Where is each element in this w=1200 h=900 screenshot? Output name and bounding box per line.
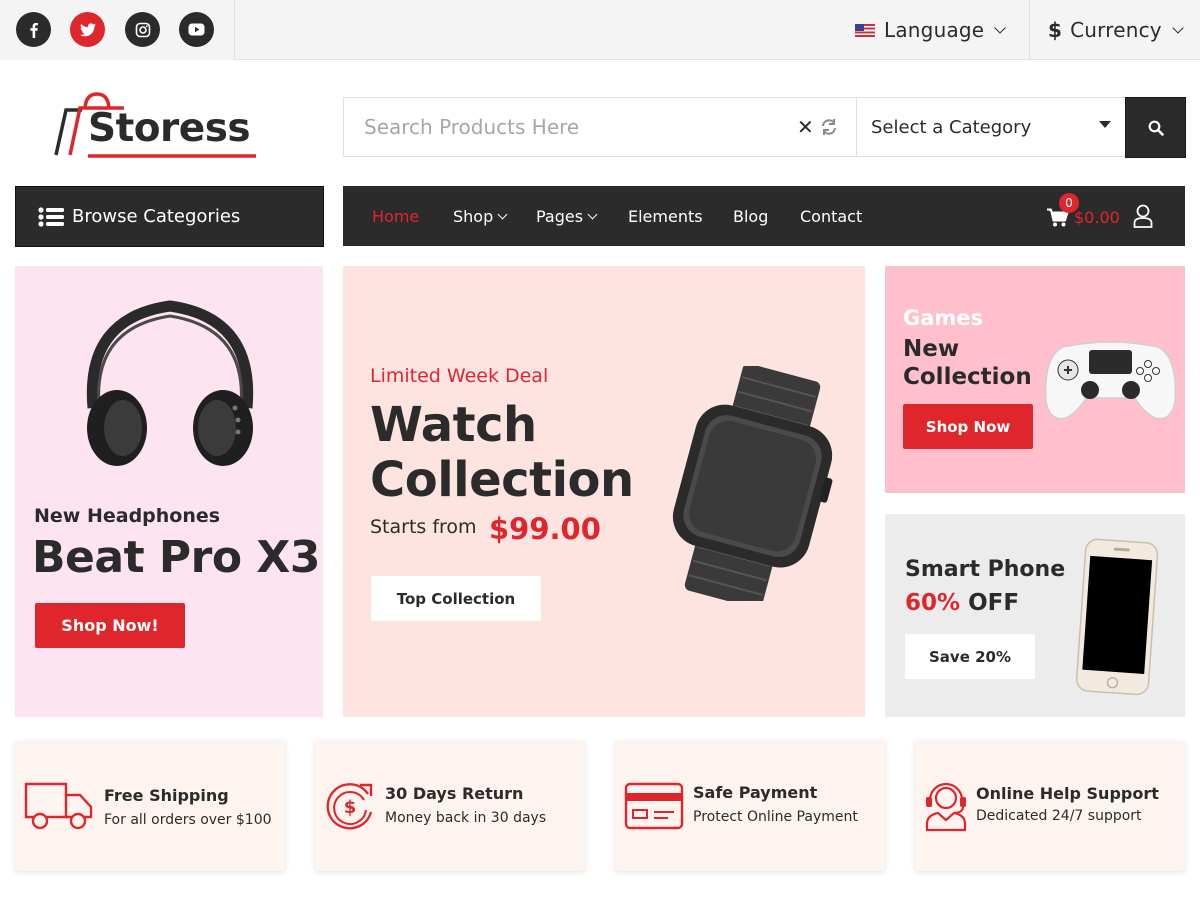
- facebook-icon[interactable]: [16, 12, 51, 47]
- headphones-banner[interactable]: [15, 266, 323, 717]
- top-collection-button[interactable]: Top Collection: [371, 576, 541, 621]
- category-select-label: Select a Category: [871, 116, 1032, 138]
- games-title-line1: New: [903, 336, 960, 362]
- shop-now-button[interactable]: Shop Now!: [35, 603, 185, 648]
- save-20-button[interactable]: Save 20%: [905, 634, 1035, 679]
- feature-subtitle: Dedicated 24/7 support: [976, 808, 1142, 824]
- search-button[interactable]: [1125, 97, 1186, 158]
- cart-total[interactable]: $0.00: [1074, 208, 1120, 227]
- feature-30-days-return: $ 30 Days Return Money back in 30 days: [315, 741, 585, 871]
- discount-percent: 60%: [905, 590, 961, 616]
- discount-off-label: OFF: [960, 590, 1020, 616]
- headphones-image: [86, 300, 254, 466]
- headphones-title: Beat Pro X3: [32, 532, 320, 583]
- truck-icon: [24, 782, 93, 830]
- feature-safe-payment: Safe Payment Protect Online Payment: [615, 741, 885, 871]
- dollar-icon: $: [1048, 18, 1063, 42]
- feature-title: Free Shipping: [104, 786, 229, 805]
- smartphone-image: [1075, 538, 1159, 696]
- feature-title: 30 Days Return: [385, 784, 524, 803]
- feature-title: Online Help Support: [976, 784, 1159, 803]
- youtube-icon[interactable]: [179, 12, 214, 47]
- feature-free-shipping: Free Shipping For all orders over $100: [15, 741, 285, 871]
- chevron-down-icon: [1172, 21, 1184, 34]
- category-select[interactable]: Select a Category: [857, 97, 1125, 157]
- nav-item-label: Home: [372, 206, 420, 226]
- games-shop-now-button[interactable]: Shop Now: [903, 404, 1033, 449]
- watch-title-line2: Collection: [370, 452, 634, 508]
- nav-item-pages[interactable]: Pages: [536, 186, 598, 246]
- return-icon: $: [326, 783, 373, 830]
- chevron-down-icon: [587, 209, 598, 219]
- games-label: Games: [903, 306, 984, 330]
- browse-categories-button[interactable]: Browse Categories: [15, 186, 324, 247]
- browse-categories-label: Browse Categories: [72, 206, 241, 227]
- support-icon: [925, 782, 967, 832]
- smartphone-discount: 60% OFF: [905, 590, 1019, 616]
- nav-item-label: Contact: [800, 206, 863, 226]
- watch-deal-label: Limited Week Deal: [370, 365, 549, 387]
- nav-item-contact[interactable]: Contact: [800, 186, 862, 246]
- social-links: [0, 0, 235, 60]
- game-controller-image: [1044, 341, 1177, 420]
- list-icon: [38, 206, 64, 227]
- chevron-down-icon: [497, 209, 508, 219]
- nav-item-label: Elements: [628, 206, 703, 226]
- headphones-subtitle: New Headphones: [34, 505, 221, 527]
- chevron-down-icon: [994, 21, 1006, 34]
- feature-online-help-support: Online Help Support Dedicated 24/7 suppo…: [915, 741, 1185, 871]
- language-selector[interactable]: Language: [855, 0, 1030, 60]
- nav-item-label: Shop: [453, 206, 494, 226]
- games-title-line2: Collection: [903, 364, 1032, 390]
- watch-starts-from: Starts from: [370, 516, 477, 538]
- credit-card-icon: [624, 782, 684, 830]
- feature-subtitle: Protect Online Payment: [693, 809, 858, 825]
- feature-subtitle: For all orders over $100: [104, 812, 272, 828]
- nav-item-label: Blog: [733, 206, 769, 226]
- main-nav: Home Shop Pages Elements Blog Contact: [343, 186, 1185, 246]
- twitter-icon[interactable]: [70, 12, 105, 47]
- smartwatch-image: [672, 366, 833, 601]
- currency-selector[interactable]: $ Currency: [1030, 0, 1200, 60]
- nav-item-home[interactable]: Home: [372, 186, 419, 246]
- watch-title-line1: Watch: [370, 397, 537, 453]
- nav-item-blog[interactable]: Blog: [733, 186, 768, 246]
- us-flag-icon: [855, 23, 875, 37]
- feature-title: Safe Payment: [693, 783, 818, 802]
- language-label: Language: [884, 18, 985, 42]
- svg-text:$: $: [344, 797, 357, 818]
- user-icon[interactable]: [1133, 204, 1153, 228]
- feature-subtitle: Money back in 30 days: [385, 810, 547, 826]
- logo-text: Storess: [88, 106, 251, 151]
- logo[interactable]: Storess: [52, 92, 262, 162]
- close-icon[interactable]: ✕: [797, 117, 815, 137]
- search-input[interactable]: [343, 97, 857, 157]
- nav-item-label: Pages: [536, 206, 584, 226]
- currency-label: Currency: [1070, 18, 1162, 42]
- watch-price: $99.00: [489, 512, 601, 546]
- nav-item-elements[interactable]: Elements: [628, 186, 703, 246]
- refresh-icon[interactable]: [820, 117, 838, 137]
- caret-down-icon: [1099, 121, 1111, 128]
- search-icon: [1148, 120, 1164, 136]
- instagram-icon[interactable]: [125, 12, 160, 47]
- smartphone-title: Smart Phone: [905, 557, 1066, 582]
- nav-item-shop[interactable]: Shop: [453, 186, 508, 246]
